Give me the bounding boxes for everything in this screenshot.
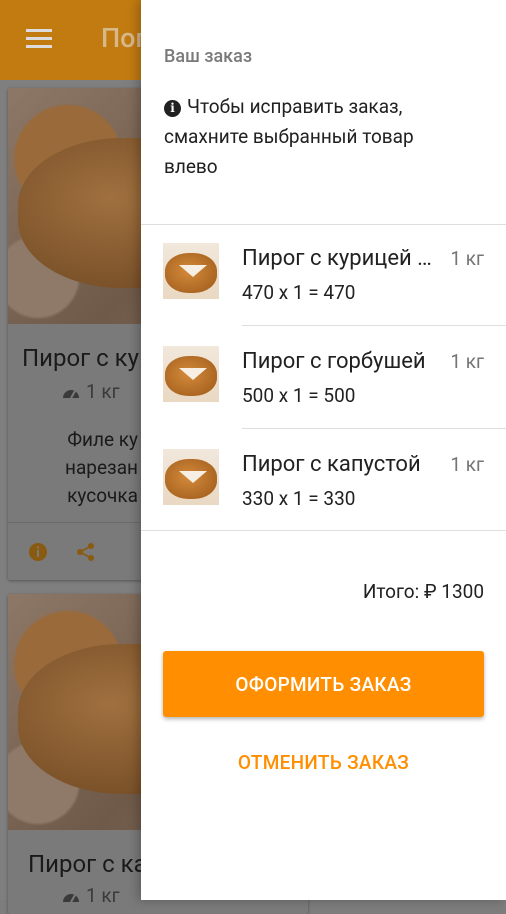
divider [242,428,506,429]
order-item-name: Пирог с курицей … [242,246,432,271]
order-item[interactable]: Пирог с горбушей 1 кг 500 x 1 = 500 [141,346,506,448]
order-item-name: Пирог с капустой [242,452,421,477]
order-item[interactable]: Пирог с курицей … 1 кг 470 x 1 = 470 [141,243,506,345]
order-item-image [163,449,219,505]
weight-icon [63,894,79,903]
product-weight-value: 1 кг [86,380,120,403]
order-item-weight: 1 кг [450,350,484,373]
app-bar-title: Пог [101,22,147,54]
product-description: Филе ку нарезан кусочка [48,426,138,510]
product-weight-value: 1 кг [86,884,120,907]
weight-icon [63,390,79,399]
order-item-calc: 500 x 1 = 500 [242,384,356,407]
divider [242,325,506,326]
order-hint-text: Чтобы исправить заказ, смахните выбранны… [164,95,414,178]
order-item-name: Пирог с горбушей [242,349,426,374]
menu-icon[interactable] [26,29,52,49]
order-item-calc: 330 x 1 = 330 [242,487,356,510]
product-weight: 1 кг [62,380,120,403]
product-name: Пирог с ка [28,850,147,878]
order-item-image [163,346,219,402]
order-item-calc: 470 x 1 = 470 [242,281,356,304]
info-icon: i [164,100,181,117]
checkout-button[interactable]: ОФОРМИТЬ ЗАКАЗ [163,651,484,717]
order-item-weight: 1 кг [450,453,484,476]
product-description-line: нарезан [65,456,138,479]
divider [141,224,506,225]
order-item-weight: 1 кг [450,247,484,270]
order-drawer: Ваш заказ i Чтобы исправить заказ, смахни… [141,0,506,900]
cancel-order-button[interactable]: ОТМЕНИТЬ ЗАКАЗ [163,740,484,784]
product-weight: 1 кг [62,884,120,907]
divider [141,530,506,531]
product-name: Пирог с ку [22,344,140,372]
order-item-image [163,243,219,299]
product-description-line: Филе ку [67,428,138,451]
order-total: Итого: ₽ 1300 [362,580,484,603]
product-description-line: кусочка [67,484,138,507]
order-item[interactable]: Пирог с капустой 1 кг 330 x 1 = 330 [141,449,506,551]
drawer-title: Ваш заказ [164,46,253,67]
info-icon[interactable] [28,542,48,562]
share-icon[interactable] [76,542,96,562]
order-hint: i Чтобы исправить заказ, смахните выбранн… [164,92,464,182]
